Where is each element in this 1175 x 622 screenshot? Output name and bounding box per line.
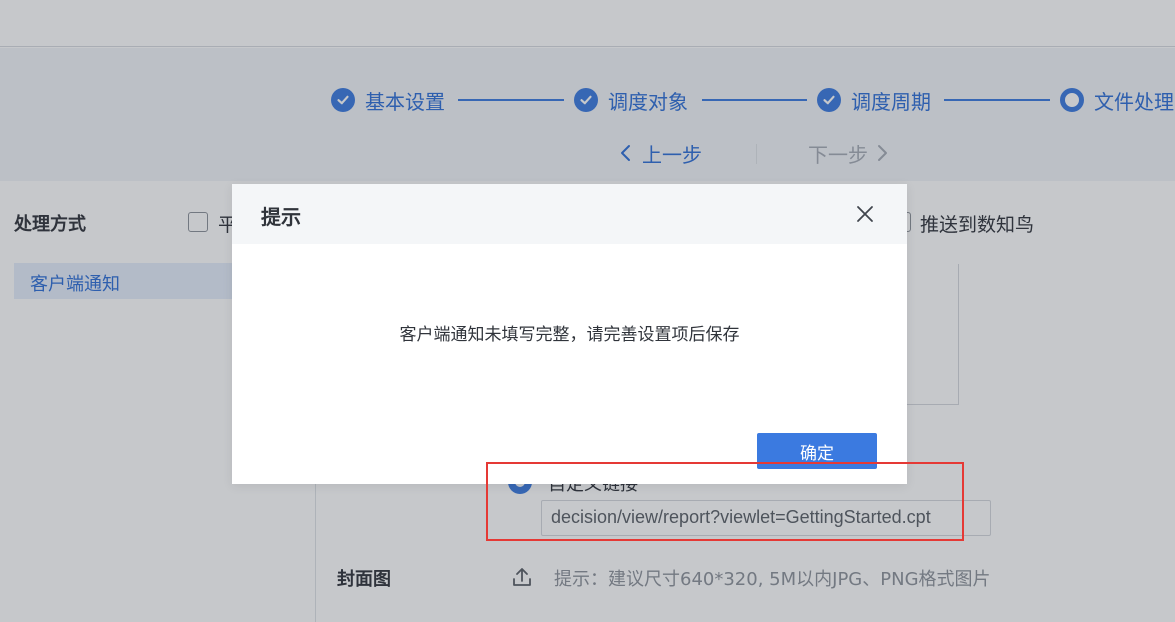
- close-icon[interactable]: [852, 201, 878, 227]
- dialog-title: 提示: [261, 205, 301, 229]
- highlight-box: [486, 462, 964, 541]
- app-page: 基本设置 调度对象 调度周期 文件处理 上一步 下一步 处理方式 平 推送到数知…: [0, 0, 1175, 622]
- alert-dialog: 提示 客户端通知未填写完整，请完善设置项后保存 确定: [232, 184, 907, 484]
- dialog-header: 提示: [232, 184, 907, 244]
- dialog-message: 客户端通知未填写完整，请完善设置项后保存: [399, 325, 740, 345]
